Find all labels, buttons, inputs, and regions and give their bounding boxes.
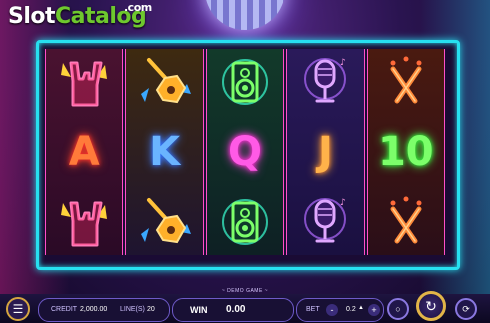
rock-hand-icon — [46, 49, 122, 115]
turbo-button[interactable]: ⟳ — [455, 298, 477, 320]
hamburger-icon: ☰ — [12, 302, 24, 316]
bet-decrease-button[interactable]: - — [326, 304, 338, 316]
guitar-icon — [126, 189, 202, 255]
reel-3: Q — [205, 49, 285, 255]
site-logo: SlotCatalog .com — [8, 1, 152, 29]
speaker-icon — [207, 49, 283, 115]
spin-button[interactable]: ↻ — [416, 291, 446, 321]
autoplay-button[interactable]: ○ — [387, 298, 409, 320]
drumsticks-icon — [368, 49, 444, 115]
credit-label: CREDIT — [51, 306, 78, 313]
microphone-icon: ♪ — [287, 49, 363, 115]
speaker-icon — [207, 189, 283, 255]
bet-label: BET — [306, 306, 320, 313]
reel-1-row-2: A — [46, 119, 122, 185]
symbol-k: K — [149, 129, 181, 175]
reel-2: K — [125, 49, 204, 255]
autoplay-icon: ○ — [395, 304, 401, 314]
bet-increase-button[interactable]: + — [368, 304, 380, 316]
credit-value: 2,000.00 — [80, 306, 108, 313]
rock-hand-icon — [46, 189, 122, 255]
reel-4-row-2: J — [287, 119, 363, 185]
spin-icon: ↻ — [425, 297, 437, 314]
symbol-j: J — [317, 129, 333, 175]
svg-text:♪: ♪ — [340, 198, 346, 208]
bet-value: 0.2 — [346, 306, 356, 313]
turbo-icon: ⟳ — [462, 303, 470, 314]
reel-4: ♪ J ♪ — [286, 49, 365, 255]
svg-text:♪: ♪ — [340, 58, 346, 68]
logo-slot-text: Slot — [8, 4, 56, 29]
reel-2-row-2: K — [126, 119, 202, 185]
lines-value: 20 — [147, 306, 155, 313]
bet-dropdown-icon[interactable]: ▲ — [358, 305, 364, 311]
reel-5: 10 — [366, 49, 445, 255]
drumsticks-icon — [368, 189, 444, 255]
win-label: WIN — [190, 305, 208, 315]
win-value: 0.00 — [226, 304, 246, 315]
reel-1: A — [45, 49, 124, 255]
symbol-10: 10 — [377, 129, 434, 175]
symbol-q: Q — [227, 129, 262, 175]
lines-label: LINE(S) — [120, 306, 145, 313]
logo-com-text: .com — [124, 1, 152, 14]
microphone-icon: ♪ — [287, 189, 363, 255]
reel-grid: A K Q ♪ J ♪ 10 — [45, 49, 445, 255]
disco-ball — [205, 0, 285, 30]
reel-5-row-2: 10 — [368, 119, 444, 185]
guitar-icon — [126, 49, 202, 115]
symbol-a: A — [68, 129, 100, 175]
reel-3-row-2: Q — [207, 119, 283, 185]
menu-button[interactable]: ☰ — [6, 297, 30, 321]
